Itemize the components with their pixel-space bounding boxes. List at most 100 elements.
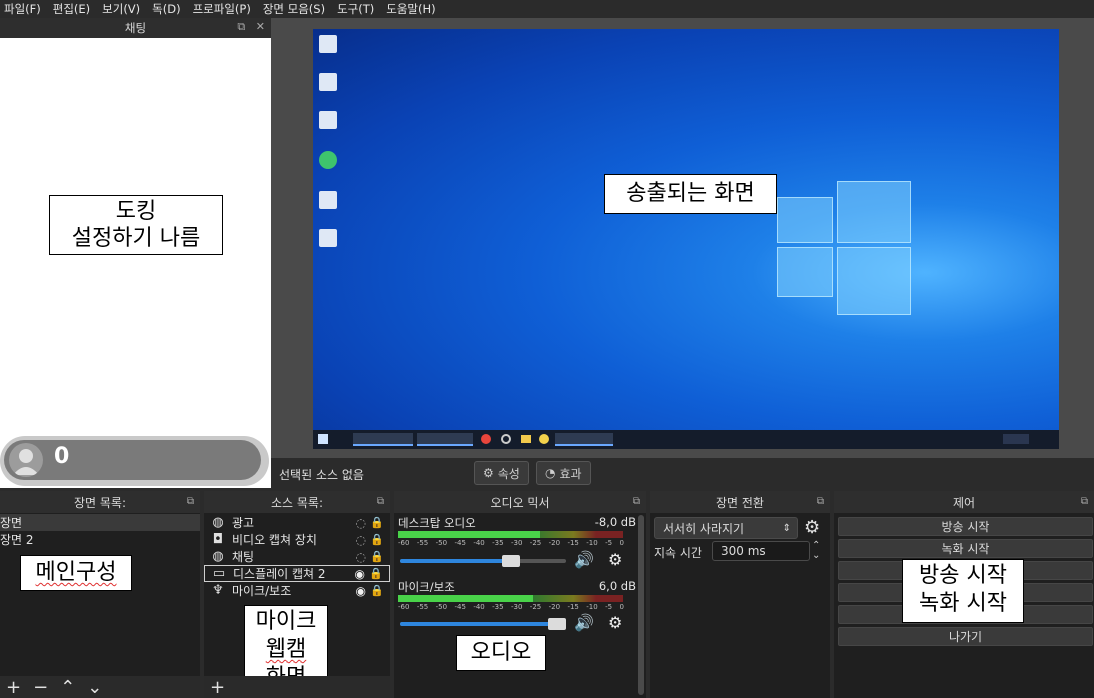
speaker-icon[interactable]: 🔊 — [574, 550, 594, 569]
scenes-annotation: 메인구성 — [20, 555, 132, 591]
meter-tick-label: -40 — [473, 603, 485, 611]
add-source-button[interactable]: + — [210, 677, 225, 698]
gear-icon[interactable]: ⚙ — [608, 550, 622, 569]
menu-dock[interactable]: 독(D) — [152, 1, 180, 17]
scenes-annotation-text: 메인구성 — [35, 560, 117, 585]
controls-dock-titlebar: 제어 ⧉ — [834, 491, 1094, 513]
level-meter-fill — [398, 595, 533, 602]
audio-mixer-dock: 오디오 믹서 ⧉ 데스크탑 오디오 -8,0 dB -60 -55 -50 -45 -4… — [394, 491, 646, 698]
add-scene-button[interactable]: + — [6, 677, 21, 698]
eye-hidden-icon[interactable]: ◌ — [356, 533, 366, 547]
start-streaming-button[interactable]: 방송 시작 — [838, 517, 1093, 536]
transition-select-value: 서서히 사라지기 — [663, 521, 745, 536]
float-icon[interactable]: ⧉ — [237, 20, 245, 33]
float-icon[interactable]: ⧉ — [633, 496, 640, 507]
meter-tick-label: -25 — [529, 603, 542, 611]
volume-slider-knob[interactable] — [501, 555, 520, 567]
properties-label: 속성 — [497, 466, 520, 481]
transition-select[interactable]: 서서히 사라지기 ⇕ — [654, 517, 798, 539]
menu-view[interactable]: 보기(V) — [102, 1, 140, 17]
meter-tick-label: -5 — [605, 603, 613, 611]
source-item[interactable]: ♆ 마이크/보조 ◉ 🔒 — [204, 582, 390, 599]
filters-button[interactable]: ◔ 효과 — [536, 461, 591, 485]
meter-tick-label: -5 — [605, 539, 613, 547]
sources-footer: + — [204, 676, 390, 698]
scenes-dock-title: 장면 목록: — [73, 495, 127, 510]
remove-scene-button[interactable]: − — [33, 677, 48, 698]
menu-scene-collection[interactable]: 장면 모음(S) — [263, 1, 325, 17]
source-item-label: 광고 — [232, 516, 255, 530]
close-icon[interactable]: ✕ — [256, 20, 265, 33]
mixer-dock-title: 오디오 믹서 — [490, 495, 550, 510]
start-recording-button[interactable]: 녹화 시작 — [838, 539, 1093, 558]
transitions-dock: 장면 전환 ⧉ 서서히 사라지기 ⇕ ⚙ 지속 시간 300 ms ⌃ ⌄ — [650, 491, 830, 698]
track-name: 마이크/보조 — [398, 580, 455, 594]
meter-tick-label: -50 — [435, 603, 448, 611]
viewer-count: 0 — [54, 444, 70, 469]
menu-edit[interactable]: 편집(E) — [53, 1, 90, 17]
menu-profile[interactable]: 프로파일(P) — [193, 1, 251, 17]
properties-button[interactable]: ⚙ 속성 — [474, 461, 529, 485]
menu-help[interactable]: 도움말(H) — [386, 1, 435, 17]
gear-icon[interactable]: ⚙ — [608, 613, 622, 632]
float-icon[interactable]: ⧉ — [377, 496, 384, 507]
menu-file[interactable]: 파일(F) — [4, 1, 41, 17]
scene-item[interactable]: 장면 2 — [0, 531, 200, 548]
file-icon — [319, 191, 337, 209]
exit-button[interactable]: 나가기 — [838, 627, 1093, 646]
meter-tick-label: -35 — [492, 539, 504, 547]
scenes-dock-titlebar: 장면 목록: ⧉ — [0, 491, 200, 513]
lock-icon[interactable]: 🔒 — [369, 567, 383, 580]
track-db: 6,0 dB — [598, 579, 636, 593]
level-meter-fill — [398, 531, 540, 538]
float-icon[interactable]: ⧉ — [817, 496, 824, 507]
speaker-icon[interactable]: 🔊 — [574, 613, 594, 632]
source-item[interactable]: ◍ 채팅 ◌ 🔒 — [204, 548, 390, 565]
mixer-scrollbar[interactable] — [638, 515, 644, 695]
lock-icon[interactable]: 🔒 — [370, 516, 384, 529]
source-item[interactable]: ◘ 비디오 캡쳐 장치 ◌ 🔒 — [204, 531, 390, 548]
source-item[interactable]: ◍ 광고 ◌ 🔒 — [204, 514, 390, 531]
chat-dock-titlebar: 채팅 ⧉ ✕ — [0, 18, 271, 38]
meter-tick-label: 0 — [619, 539, 624, 547]
updown-icon: ⇕ — [782, 522, 791, 534]
volume-slider-knob[interactable] — [548, 618, 566, 630]
filter-icon: ◔ — [545, 466, 556, 480]
gear-icon[interactable]: ⚙ — [804, 517, 820, 538]
taskbar-item — [417, 433, 473, 446]
monitor-icon: ▭ — [212, 566, 226, 581]
float-icon[interactable]: ⧉ — [1081, 496, 1088, 507]
mixer-dock-titlebar: 오디오 믹서 ⧉ — [394, 491, 646, 513]
duration-input[interactable]: 300 ms — [712, 541, 810, 561]
menu-tools[interactable]: 도구(T) — [337, 1, 374, 17]
preview-desktop — [313, 29, 1059, 449]
lock-icon[interactable]: 🔒 — [370, 550, 384, 563]
meter-tick-label: -55 — [416, 603, 429, 611]
meter-tick-label: 0 — [619, 603, 624, 611]
eye-hidden-icon[interactable]: ◌ — [356, 550, 366, 564]
controls-annotation-line2: 녹화 시작 — [919, 591, 1007, 616]
meter-tick-label: -10 — [586, 539, 598, 547]
eye-icon[interactable]: ◉ — [356, 584, 366, 598]
meter-tick-label: -20 — [548, 539, 561, 547]
eye-hidden-icon[interactable]: ◌ — [356, 516, 366, 530]
duration-label: 지속 시간 — [654, 546, 702, 560]
menu-bar: 파일(F) 편집(E) 보기(V) 독(D) 프로파일(P) 장면 모음(S) … — [0, 0, 1094, 18]
meter-tick-label: -15 — [567, 603, 579, 611]
move-down-icon[interactable]: ⌄ — [87, 677, 102, 698]
lock-icon[interactable]: 🔒 — [370, 584, 384, 597]
preview-annotation: 송출되는 화면 — [604, 174, 777, 214]
scene-item-label: 장면 2 — [0, 533, 34, 547]
move-up-icon[interactable]: ⌃ — [60, 677, 75, 698]
chat-annotation-line2: 설정하기 나름 — [71, 226, 201, 251]
volume-slider[interactable] — [400, 618, 566, 630]
volume-slider[interactable] — [400, 555, 566, 567]
float-icon[interactable]: ⧉ — [187, 496, 194, 507]
source-item-label: 비디오 캡쳐 장치 — [232, 533, 317, 547]
eye-icon[interactable]: ◉ — [355, 567, 365, 581]
source-item[interactable]: ▭ 디스플레이 캡쳐 2 ◉ 🔒 — [204, 565, 390, 582]
scene-item[interactable]: 장면 — [0, 514, 200, 531]
sources-dock: 소스 목록: ⧉ ◍ 광고 ◌ 🔒 ◘ 비디오 캡쳐 장치 ◌ 🔒 ◍ 채팅 ◌ 🔒 … — [204, 491, 390, 698]
lock-icon[interactable]: 🔒 — [370, 533, 384, 546]
spinner-icon[interactable]: ⌃ ⌄ — [812, 541, 820, 561]
